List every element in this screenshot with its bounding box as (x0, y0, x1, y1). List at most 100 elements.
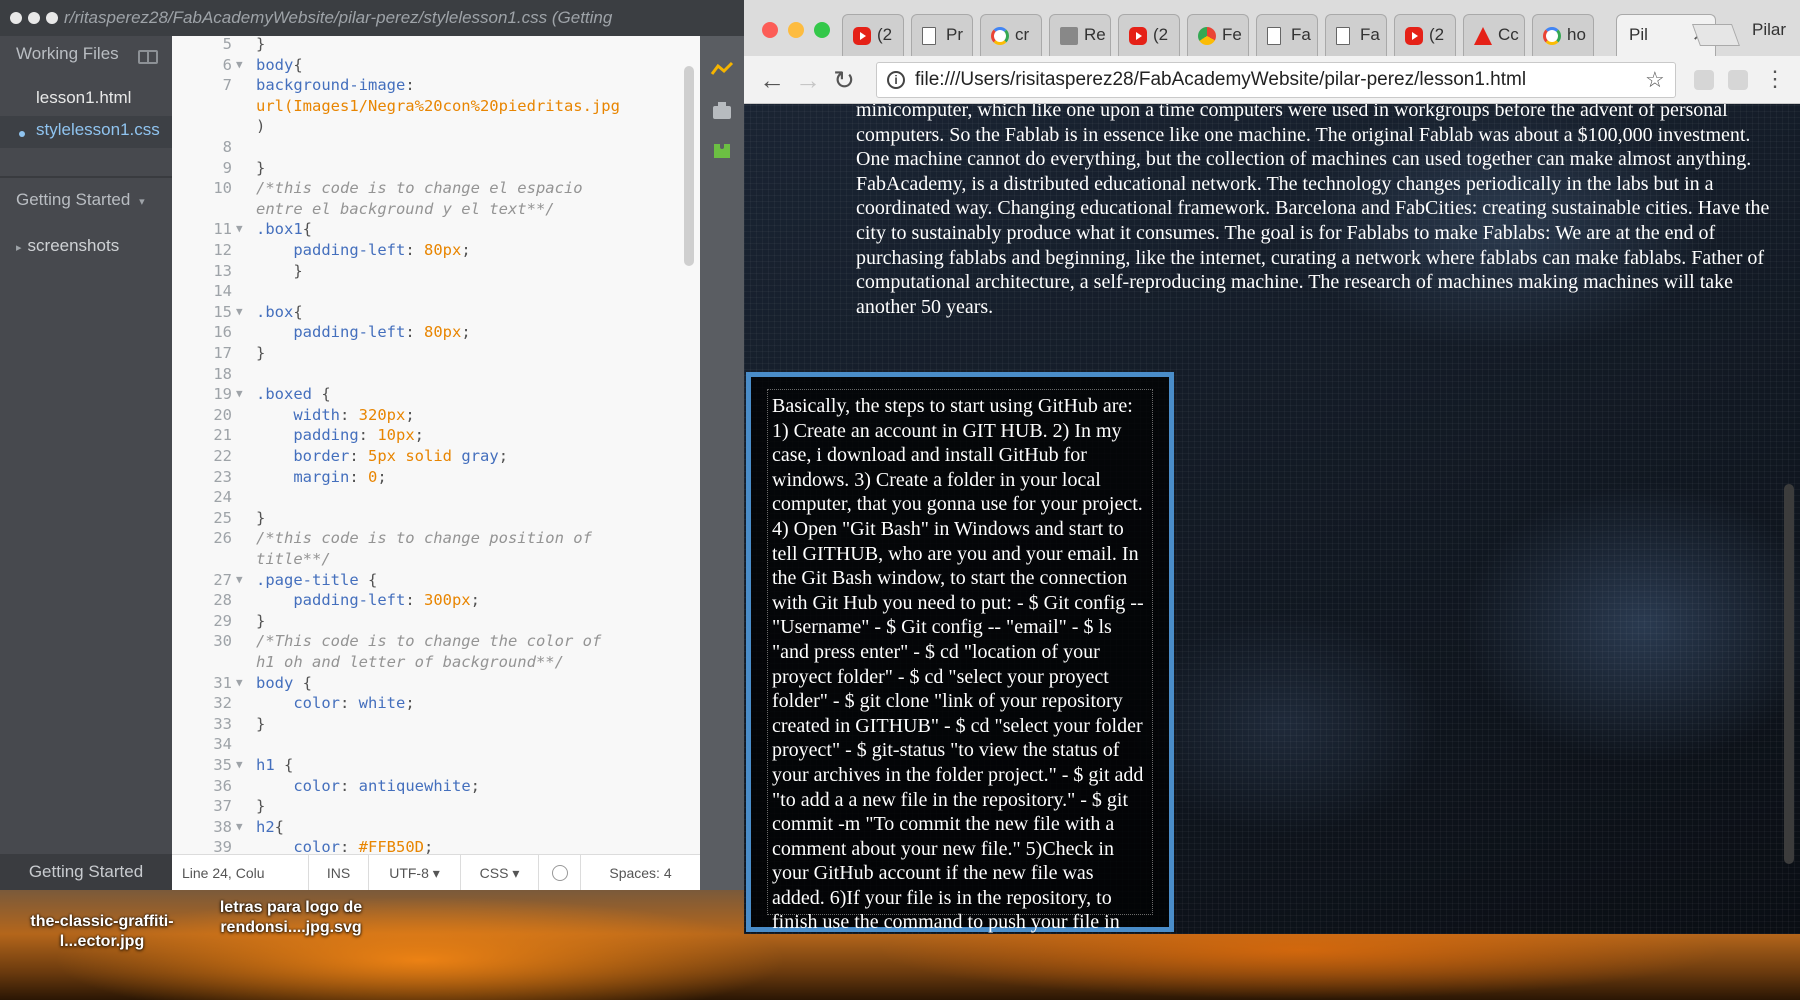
info-icon[interactable]: i (887, 71, 905, 89)
code-line[interactable]: 27 ▼ .page-title { (172, 570, 700, 590)
insert-mode[interactable]: INS (308, 855, 368, 890)
code-text: padding-left: 300px; (293, 591, 480, 610)
browser-tab[interactable]: Cc (1463, 14, 1525, 56)
code-line[interactable]: 36 color: antiquewhite; (172, 776, 700, 796)
folder-screenshots[interactable]: ▸ screenshots (16, 236, 119, 256)
forward-icon[interactable]: → (792, 64, 824, 96)
browser-tab[interactable]: ho (1532, 14, 1594, 56)
web-page-content[interactable]: minicomputer, which like one upon a time… (744, 104, 1800, 934)
desktop-file-graffiti[interactable]: the-classic-graffiti-l...ector.jpg (14, 912, 190, 952)
code-line[interactable]: 34 (172, 734, 700, 754)
new-tab-button[interactable] (1691, 24, 1741, 46)
bookmark-star-icon[interactable]: ☆ (1645, 63, 1665, 97)
fold-toggle-icon[interactable]: ▼ (236, 55, 243, 75)
linter-status[interactable] (538, 855, 580, 890)
indent-spaces[interactable]: Spaces: 4 (580, 855, 700, 890)
code-line[interactable]: 18 (172, 364, 700, 384)
address-bar[interactable]: i file:///Users/risitasperez28/FabAcadem… (876, 62, 1676, 98)
fold-toggle-icon[interactable]: ▼ (236, 384, 243, 404)
close-window-icon[interactable] (10, 12, 22, 24)
browser-tab[interactable]: Fe (1187, 14, 1249, 56)
fold-toggle-icon[interactable]: ▼ (236, 219, 243, 239)
code-line[interactable]: 9} (172, 158, 700, 178)
minimize-window-icon[interactable] (28, 12, 40, 24)
code-line[interactable]: 16 padding-left: 80px; (172, 322, 700, 342)
code-line[interactable]: 7 background-image: (172, 75, 700, 95)
code-line[interactable]: title**/ (172, 549, 700, 569)
code-line[interactable]: 33} (172, 714, 700, 734)
code-line[interactable]: 5} (172, 36, 700, 54)
browser-tab[interactable]: Fa (1256, 14, 1318, 56)
back-icon[interactable]: ← (756, 64, 788, 96)
code-text: url(Images1/Negra%20con%20piedritas.jpg (256, 96, 620, 115)
code-line[interactable]: ) (172, 116, 700, 136)
project-dropdown[interactable]: Getting Started ▾ (16, 190, 151, 210)
code-line[interactable]: 19 ▼ .boxed { (172, 384, 700, 404)
zoom-window-icon[interactable] (814, 22, 830, 38)
live-preview-icon[interactable] (710, 58, 734, 82)
split-view-icon[interactable] (138, 50, 158, 64)
desktop-file-letras[interactable]: letras para logo de rendonsi....jpg.svg (196, 898, 386, 938)
profile-button[interactable]: Pilar (1752, 20, 1786, 40)
code-line[interactable]: 15 ▼ .box{ (172, 302, 700, 322)
code-line[interactable]: 26 /*this code is to change position of (172, 528, 700, 548)
working-file-stylelesson1[interactable]: stylelesson1.css (36, 120, 160, 140)
page-scrollbar[interactable] (1784, 484, 1794, 864)
code-line[interactable]: 35 ▼ h1 { (172, 755, 700, 775)
browser-tab[interactable]: Fa (1325, 14, 1387, 56)
fold-toggle-icon[interactable]: ▼ (236, 817, 243, 837)
fold-toggle-icon[interactable]: ▼ (236, 755, 243, 775)
cursor-position[interactable]: Line 24, Colu (172, 855, 308, 890)
reload-icon[interactable]: ↻ (828, 64, 860, 96)
browser-tab[interactable]: Pr (911, 14, 973, 56)
extension-manager-icon[interactable] (710, 138, 734, 162)
code-line[interactable]: 14 (172, 281, 700, 301)
code-line[interactable]: 12 padding-left: 80px; (172, 240, 700, 260)
code-line[interactable]: 31 ▼ body { (172, 673, 700, 693)
language-select[interactable]: CSS ▾ (460, 855, 538, 890)
editor-title-bar[interactable]: r/ritasperez28/FabAcademyWebsite/pilar-p… (0, 0, 744, 36)
zoom-window-icon[interactable] (46, 12, 58, 24)
code-line[interactable]: 38 ▼ h2{ (172, 817, 700, 837)
code-line[interactable]: 17} (172, 343, 700, 363)
code-line[interactable]: entre el background y el text**/ (172, 199, 700, 219)
code-line[interactable]: 20 width: 320px; (172, 405, 700, 425)
encoding-select[interactable]: UTF-8 ▾ (368, 855, 460, 890)
code-line[interactable]: 10 /*this code is to change el espacio (172, 178, 700, 198)
code-line[interactable]: 28 padding-left: 300px; (172, 590, 700, 610)
code-line[interactable]: 23 margin: 0; (172, 467, 700, 487)
menu-icon[interactable]: ⋮ (1764, 66, 1786, 92)
code-line[interactable]: url(Images1/Negra%20con%20piedritas.jpg (172, 96, 700, 116)
working-file-lesson1[interactable]: lesson1.html (36, 88, 131, 108)
code-line[interactable]: 39 color: #FFB50D; (172, 837, 700, 854)
code-line[interactable]: 6 ▼ body{ (172, 55, 700, 75)
line-number: 6 (222, 55, 232, 74)
code-line[interactable]: 25} (172, 508, 700, 528)
code-line[interactable]: 24 (172, 487, 700, 507)
code-line[interactable]: h1 oh and letter of background**/ (172, 652, 700, 672)
code-line[interactable]: 11 ▼ .box1{ (172, 219, 700, 239)
extension-icon[interactable] (1728, 70, 1748, 90)
extract-icon[interactable] (710, 98, 734, 122)
fold-toggle-icon[interactable]: ▼ (236, 673, 243, 693)
code-line[interactable]: 32 color: white; (172, 693, 700, 713)
code-line[interactable]: 22 border: 5px solid gray; (172, 446, 700, 466)
code-line[interactable]: 13 } (172, 261, 700, 281)
extension-icon[interactable] (1694, 70, 1714, 90)
code-editor[interactable]: 5} 6 ▼ body{7 background-image: url(Images1/N… (172, 36, 700, 854)
close-window-icon[interactable] (762, 22, 778, 38)
browser-tab[interactable]: (2 (1394, 14, 1456, 56)
browser-tab[interactable]: cr (980, 14, 1042, 56)
browser-tab[interactable]: (2 (1118, 14, 1180, 56)
code-line[interactable]: 30 /*This code is to change the color of (172, 631, 700, 651)
fold-toggle-icon[interactable]: ▼ (236, 302, 243, 322)
code-line[interactable]: 29} (172, 611, 700, 631)
getting-started-tab[interactable]: Getting Started (0, 854, 172, 890)
code-line[interactable]: 37} (172, 796, 700, 816)
code-line[interactable]: 21 padding: 10px; (172, 425, 700, 445)
browser-tab[interactable]: (2 (842, 14, 904, 56)
code-line[interactable]: 8 (172, 137, 700, 157)
browser-tab[interactable]: Re (1049, 14, 1111, 56)
fold-toggle-icon[interactable]: ▼ (236, 570, 243, 590)
minimize-window-icon[interactable] (788, 22, 804, 38)
